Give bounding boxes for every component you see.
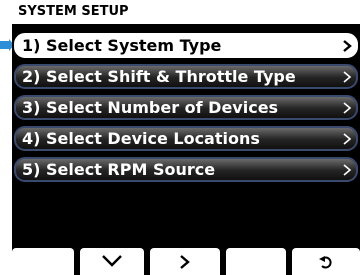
chevron-right-icon <box>343 40 352 52</box>
back-arrow-icon <box>319 256 332 269</box>
menu-item-label: 3) Select Number of Devices <box>22 98 279 117</box>
menu-item-label: 2) Select Shift & Throttle Type <box>22 67 296 86</box>
menu-item-label: 4) Select Device Locations <box>22 129 260 148</box>
menu-item-select-rpm-source[interactable]: 5) Select RPM Source <box>14 157 358 182</box>
chevron-right-icon <box>343 71 352 83</box>
menu-item-label: 1) Select System Type <box>22 36 222 55</box>
softkey-right[interactable] <box>150 248 220 275</box>
chevron-right-icon <box>180 255 190 269</box>
softkey-1[interactable] <box>12 248 74 275</box>
device-screen: SYSTEM SETUP 1) Select System Type 2) Se… <box>12 0 360 275</box>
chevron-right-icon <box>343 133 352 145</box>
menu-item-label: 5) Select RPM Source <box>22 160 216 179</box>
softkey-4[interactable] <box>226 248 286 275</box>
menu-item-select-number-of-devices[interactable]: 3) Select Number of Devices <box>14 95 358 120</box>
page-title: SYSTEM SETUP <box>12 0 360 24</box>
chevron-right-icon <box>343 102 352 114</box>
softkey-bar <box>12 246 360 275</box>
softkey-back[interactable] <box>292 248 360 275</box>
menu-item-select-device-locations[interactable]: 4) Select Device Locations <box>14 126 358 151</box>
menu-item-select-shift-throttle-type[interactable]: 2) Select Shift & Throttle Type <box>14 64 358 89</box>
menu-item-select-system-type[interactable]: 1) Select System Type <box>14 33 358 58</box>
chevron-right-icon <box>343 164 352 176</box>
softkey-down[interactable] <box>80 248 144 275</box>
chevron-down-icon <box>102 255 122 267</box>
